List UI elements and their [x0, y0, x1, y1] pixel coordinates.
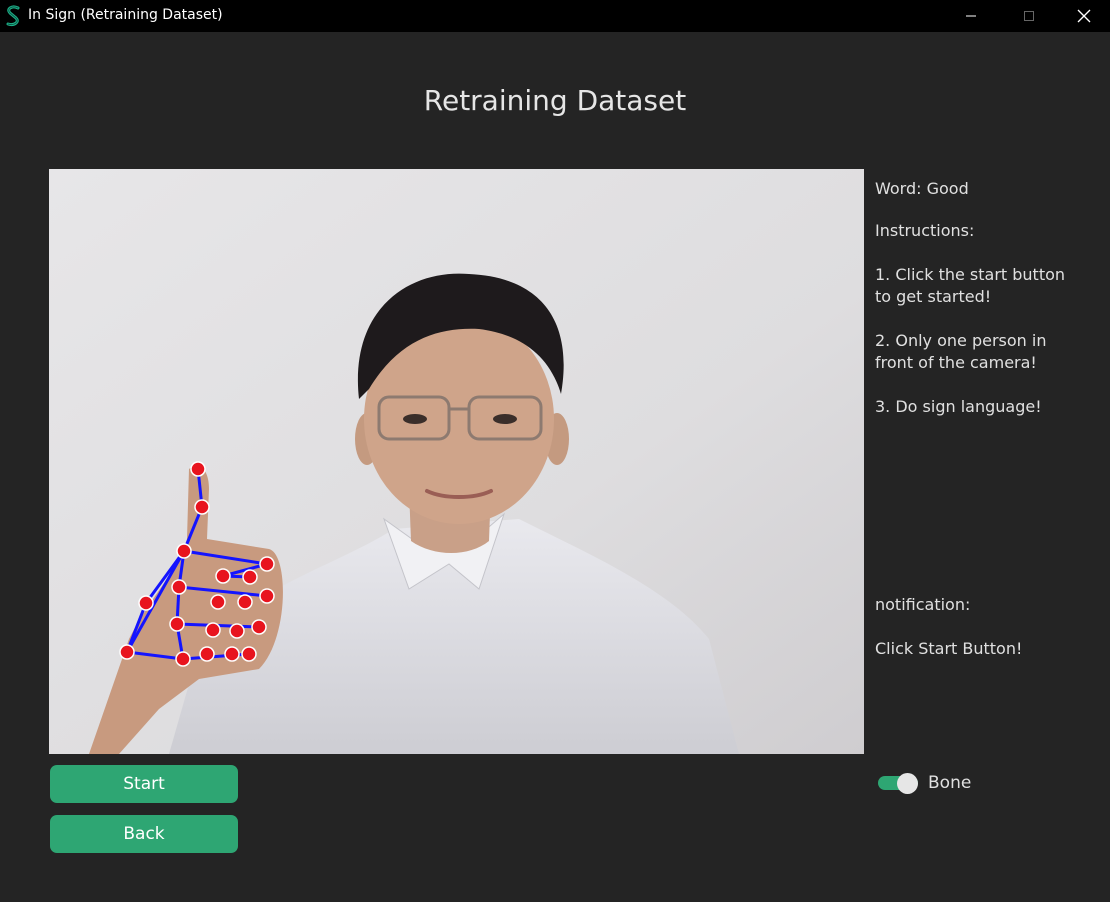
notification-message: Click Start Button! — [875, 639, 1023, 658]
maximize-icon — [1024, 11, 1034, 21]
instructions-heading: Instructions: — [875, 221, 975, 240]
toggle-knob — [897, 773, 918, 794]
title-bar[interactable]: In Sign (Retraining Dataset) — [0, 0, 1110, 32]
bone-toggle-switch[interactable] — [878, 773, 920, 794]
start-button-label: Start — [123, 774, 165, 794]
camera-image — [49, 169, 864, 754]
notification-heading: notification: — [875, 595, 971, 614]
instruction-step-2: 2. Only one person in front of the camer… — [875, 331, 1047, 372]
maximize-button[interactable] — [1000, 0, 1058, 32]
minimize-button[interactable] — [942, 0, 1000, 32]
app-logo-icon — [6, 5, 20, 26]
word-label: Word: Good — [875, 179, 969, 198]
instruction-step-1: 1. Click the start button to get started… — [875, 265, 1066, 306]
back-button-label: Back — [123, 824, 165, 844]
close-button[interactable] — [1058, 0, 1110, 32]
bone-toggle-label: Bone — [928, 773, 972, 793]
minimize-icon — [966, 15, 976, 17]
camera-feed — [49, 169, 864, 754]
instruction-step-3: 3. Do sign language! — [875, 397, 1042, 416]
close-icon — [1077, 9, 1091, 23]
back-button[interactable]: Back — [50, 815, 238, 853]
start-button[interactable]: Start — [50, 765, 238, 803]
app-window: In Sign (Retraining Dataset) Retraining … — [0, 0, 1110, 902]
page-title: Retraining Dataset — [423, 84, 687, 117]
window-title: In Sign (Retraining Dataset) — [28, 7, 223, 23]
